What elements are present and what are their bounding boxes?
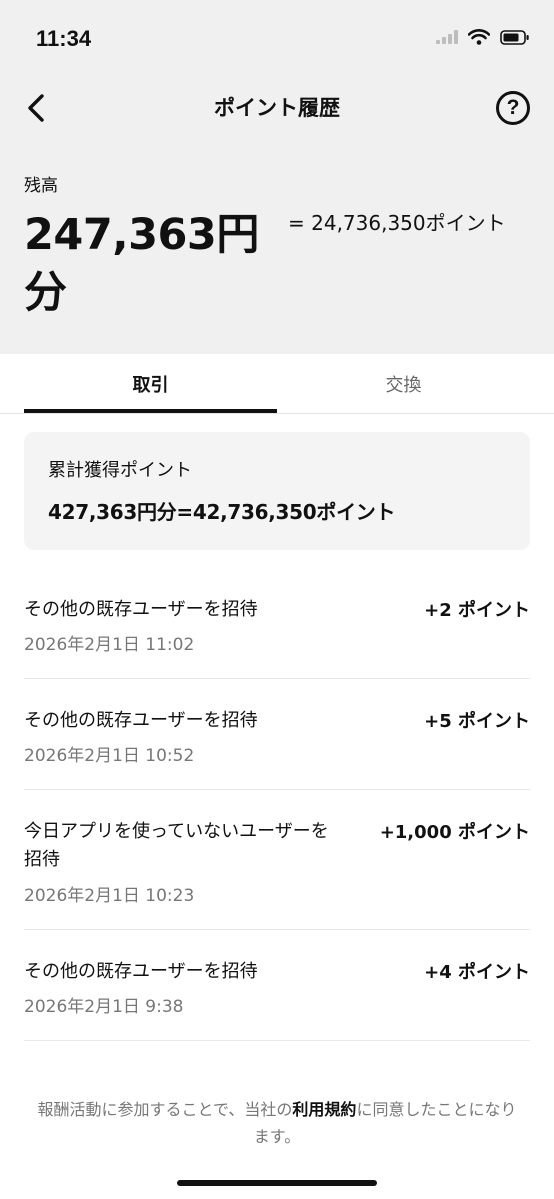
transaction-list: その他の既存ユーザーを招待 2026年2月1日 11:02 +2 ポイント その… [24,568,530,1041]
balance-label: 残高 [24,176,58,196]
cumulative-points-label: 累計獲得ポイント [48,460,192,481]
help-button[interactable]: ? [496,91,530,125]
wifi-icon [468,29,490,45]
transaction-amount: +1,000 ポイント [379,822,530,843]
transaction-date: 2026年2月1日 9:38 [24,997,184,1017]
balance-points: = 24,736,350ポイント [288,211,506,235]
tab-bar: 取引 交換 [0,354,554,414]
home-indicator [177,1180,377,1186]
cumulative-points-card: 累計獲得ポイント 427,363円分=42,736,350ポイント [24,432,530,550]
transaction-date: 2026年2月1日 11:02 [24,635,195,655]
transaction-description: 今日アプリを使っていないユーザーを招待 [24,821,329,870]
transaction-date: 2026年2月1日 10:23 [24,886,195,906]
nav-bar: ポイント履歴 ? [0,80,554,136]
page-title: ポイント履歴 [214,96,340,120]
status-time: 11:34 [36,26,92,51]
header-area: 11:34 ポイント履歴 ? 残高 247,363円分 = 24,736,350… [0,0,554,354]
transaction-description: その他の既存ユーザーを招待 [24,961,258,982]
question-mark-icon: ? [506,96,520,119]
terms-link[interactable]: 利用規約 [292,1100,356,1119]
transaction-row[interactable]: その他の既存ユーザーを招待 2026年2月1日 11:02 +2 ポイント [24,568,530,679]
transaction-description: その他の既存ユーザーを招待 [24,599,258,620]
transaction-row[interactable]: その他の既存ユーザーを招待 2026年2月1日 9:38 +4 ポイント [24,930,530,1041]
transaction-row[interactable]: 今日アプリを使っていないユーザーを招待 2026年2月1日 10:23 +1,0… [24,790,530,930]
transaction-amount: +2 ポイント [424,600,530,621]
transaction-amount: +5 ポイント [424,711,530,732]
tab-transactions[interactable]: 取引 [24,354,277,414]
status-icons [436,29,530,45]
transaction-date: 2026年2月1日 10:52 [24,746,195,766]
battery-icon [500,29,529,45]
transaction-description: その他の既存ユーザーを招待 [24,710,258,731]
active-tab-indicator [24,409,277,413]
terms-text-before: 報酬活動に参加することで、当社の [37,1100,293,1119]
tab-exchange[interactable]: 交換 [277,354,530,414]
cumulative-points-value: 427,363円分=42,736,350ポイント [48,500,396,524]
status-bar: 11:34 [0,0,554,80]
balance-amount: 247,363円分 [24,210,259,318]
transaction-row[interactable]: その他の既存ユーザーを招待 2026年2月1日 10:52 +5 ポイント [24,679,530,790]
transaction-amount: +4 ポイント [424,962,530,983]
cellular-signal-icon [436,30,458,44]
terms-notice: 報酬活動に参加することで、当社の利用規約に同意したことになります。 [30,1096,524,1150]
